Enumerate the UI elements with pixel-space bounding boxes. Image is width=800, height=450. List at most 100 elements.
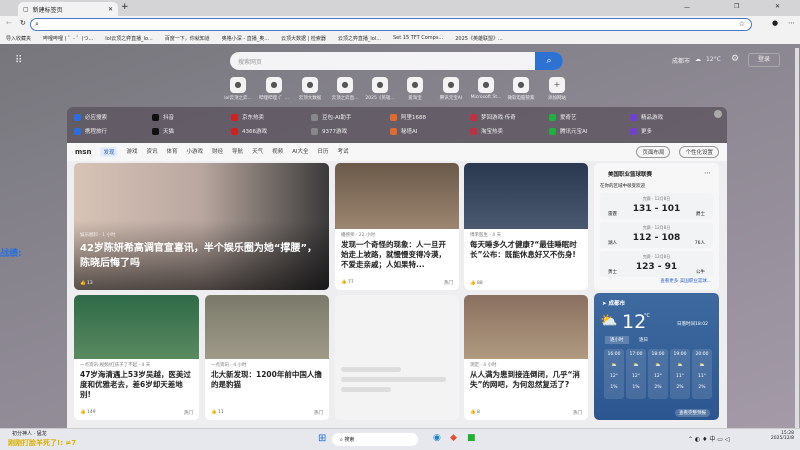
top-site-link[interactable]: 更多: [630, 127, 652, 135]
back-icon[interactable]: ←: [6, 19, 12, 27]
login-button[interactable]: 登录: [748, 53, 780, 67]
more-options-icon[interactable]: ⋯: [704, 169, 711, 177]
news-card[interactable]: 播感师 · 22 小时 发现一个奇怪的现象：人一旦开始走上坡路，就慢慢变得冷漠，…: [335, 163, 459, 290]
apps-grid-icon[interactable]: ⠿: [15, 55, 22, 66]
quick-link[interactable]: ● lol云顶之弈...: [220, 77, 256, 101]
top-site-link[interactable]: 必应搜索: [74, 113, 107, 121]
search-button[interactable]: ⌕: [535, 52, 563, 70]
bookmark[interactable]: 哔哩哔哩 ( ゜- ゜)つ...: [43, 35, 93, 42]
like-count[interactable]: 👍 11: [211, 410, 224, 416]
top-site-link[interactable]: 腾讯元宝AI: [549, 127, 587, 135]
bookmark[interactable]: 导入收藏夹: [6, 35, 31, 42]
news-card[interactable]: 一点资讯-视频/红孩子了不起 · 4 天 47岁海清遇上53岁吴越，医美过度和优…: [74, 295, 199, 420]
game-score-row[interactable]: 完赛 · 12月8日 131 - 101 雷霆 爵士: [600, 193, 713, 219]
quick-link[interactable]: ● 云顶之弈直...: [327, 77, 363, 101]
msn-tab[interactable]: 体育: [167, 147, 178, 157]
quick-link[interactable]: ● 云顶大数据: [292, 77, 328, 101]
quick-link[interactable]: ● 爱淘宝: [397, 77, 433, 101]
top-site-link[interactable]: 秘塔AI: [390, 127, 417, 135]
msn-tab[interactable]: 资讯: [146, 147, 157, 157]
taskbar-search[interactable]: ⌕ 搜索: [332, 433, 418, 446]
address-bar-input[interactable]: ⌕ ☆: [30, 18, 752, 31]
top-site-link[interactable]: 携程旅行: [74, 127, 107, 135]
bookmark[interactable]: 奥格小深 - 直播_奥...: [222, 35, 269, 42]
tab-daily[interactable]: 逐日: [634, 336, 653, 344]
like-count[interactable]: 👍 13: [80, 281, 93, 286]
game-score-row[interactable]: 完赛 · 12月8日 112 - 108 湖人 76人: [600, 222, 713, 248]
msn-tab[interactable]: 日历: [317, 147, 328, 157]
full-forecast-button[interactable]: 查看完整预报: [675, 409, 710, 417]
nba-more-link[interactable]: 查看更多 美国职业篮球...: [660, 278, 711, 284]
like-count[interactable]: 👍 149: [80, 410, 96, 416]
page-layout-button[interactable]: 页面布局: [636, 146, 671, 158]
bookmark[interactable]: 云顶大数据 | 检索器: [281, 35, 326, 42]
news-card[interactable]: 一点资讯 · 4 小时 北大新发现：1200年前中国人撸的是豹猫 👍 11 热门: [205, 295, 329, 420]
clock[interactable]: 15:28 2025/12/8: [750, 431, 794, 441]
quick-link[interactable]: + 添加网站: [539, 77, 575, 101]
windows-start-icon[interactable]: ⊞: [318, 433, 326, 444]
new-tab-button[interactable]: +: [121, 2, 129, 12]
system-tray-icons[interactable]: ⌃ ◐ ♦ 中 ▭ ◁: [688, 434, 729, 443]
msn-tab[interactable]: 财经: [212, 147, 223, 157]
news-source: 测定 · 4 小时: [470, 363, 497, 368]
top-site-link[interactable]: 4366游戏: [231, 127, 267, 135]
profile-avatar[interactable]: ●: [772, 19, 778, 27]
top-site-link[interactable]: 淘宝热卖: [470, 127, 503, 135]
personalize-button[interactable]: 个性化设置: [679, 146, 719, 158]
quick-link[interactable]: ● 腾讯元宝AI: [433, 77, 469, 101]
top-site-link[interactable]: 爱奇艺: [549, 113, 577, 121]
bookmark[interactable]: 云顶之弈直播_lol...: [338, 35, 381, 42]
app-icon[interactable]: ◆: [450, 433, 457, 443]
top-site-link[interactable]: 豆包-AI助手: [311, 113, 351, 121]
top-site-link[interactable]: 天猫: [152, 127, 174, 135]
maximize-button[interactable]: ❐: [734, 3, 739, 10]
quick-link[interactable]: ● 微软电脑管家: [503, 77, 539, 101]
top-site-link[interactable]: 梦回游戏·传奇: [470, 113, 516, 121]
scrollbar[interactable]: [795, 48, 799, 428]
refresh-icon[interactable]: ↻: [20, 19, 26, 27]
quick-link[interactable]: ● 哔哩哔哩 (゜...: [256, 77, 292, 101]
more-menu-icon[interactable]: ⋯: [788, 19, 795, 27]
wechat-icon[interactable]: ■: [467, 433, 476, 443]
top-site-link[interactable]: 阿里1688: [390, 113, 426, 121]
msn-tab[interactable]: 视频: [272, 147, 283, 157]
bookmark[interactable]: 2025《英雄联盟》...: [455, 35, 503, 42]
top-site-link[interactable]: 京东热卖: [231, 113, 264, 121]
msn-tab[interactable]: 考试: [338, 147, 349, 157]
like-count[interactable]: 👍 77: [341, 280, 354, 286]
news-card[interactable]: 博禾医生 · 4 天 每天睡多久才健康?“最佳睡眠时长”公布：既能休息好又不伤身…: [464, 163, 588, 290]
bookmark[interactable]: lol云顶之弈直播_lo...: [105, 35, 152, 42]
web-search-input[interactable]: 搜索网页 ⌕: [230, 52, 563, 70]
minimize-button[interactable]: —: [684, 4, 690, 11]
weather-city[interactable]: ➤ 成都市: [602, 299, 625, 307]
bookmark[interactable]: 百度一下，你就知道: [165, 35, 210, 42]
edge-icon[interactable]: ◉: [433, 433, 441, 443]
tab-hourly[interactable]: 逐小时: [605, 336, 629, 344]
top-site-link[interactable]: 抖音: [152, 113, 174, 121]
quick-link[interactable]: ● Microsoft St...: [468, 77, 504, 100]
close-tab-icon[interactable]: ✕: [108, 6, 113, 13]
top-site-link[interactable]: 精品游戏: [630, 113, 663, 121]
overlay-user: 初分神人 · 猛龙: [12, 431, 47, 437]
news-card-hero[interactable]: 娱乐圈料 · 1 小时 42岁陈妍希高调官宣喜讯，半个娱乐圈为她“撑腰”，陈晓后…: [74, 163, 329, 290]
msn-tab[interactable]: 天气: [252, 147, 263, 157]
like-count[interactable]: 👍 8: [470, 410, 480, 416]
game-score-row[interactable]: 完赛 · 12月8日 123 - 91 勇士 公牛: [600, 251, 713, 277]
tab-new-tab[interactable]: ▢ 新建标签页 ✕: [18, 2, 118, 16]
quick-link[interactable]: ● 2025《英雄...: [362, 77, 398, 101]
msn-tab[interactable]: 小游戏: [187, 147, 204, 157]
weather-summary[interactable]: 成都市 ☁ 12°C: [672, 56, 721, 65]
msn-tab[interactable]: AI大全: [292, 147, 308, 157]
news-card[interactable]: 测定 · 4 小时 从人满为患到接连倒闭，几乎“消失”的网吧，为何忽然复活了? …: [464, 295, 588, 420]
settings-gear-icon[interactable]: ⚙: [731, 54, 739, 64]
like-count[interactable]: 👍 88: [470, 281, 483, 286]
msn-tab[interactable]: 导航: [232, 147, 243, 157]
msn-tab[interactable]: 游戏: [126, 147, 137, 157]
nba-title[interactable]: 美国职业篮球联赛: [608, 170, 652, 178]
favorite-star-icon[interactable]: ☆: [739, 20, 745, 28]
top-site-link[interactable]: 9377游戏: [311, 127, 347, 135]
close-window-button[interactable]: ✕: [775, 3, 780, 10]
msn-tab[interactable]: 发现: [100, 147, 118, 157]
bookmark[interactable]: Set 15 TFT Comps...: [393, 35, 443, 41]
panel-collapse-button[interactable]: [714, 110, 722, 118]
